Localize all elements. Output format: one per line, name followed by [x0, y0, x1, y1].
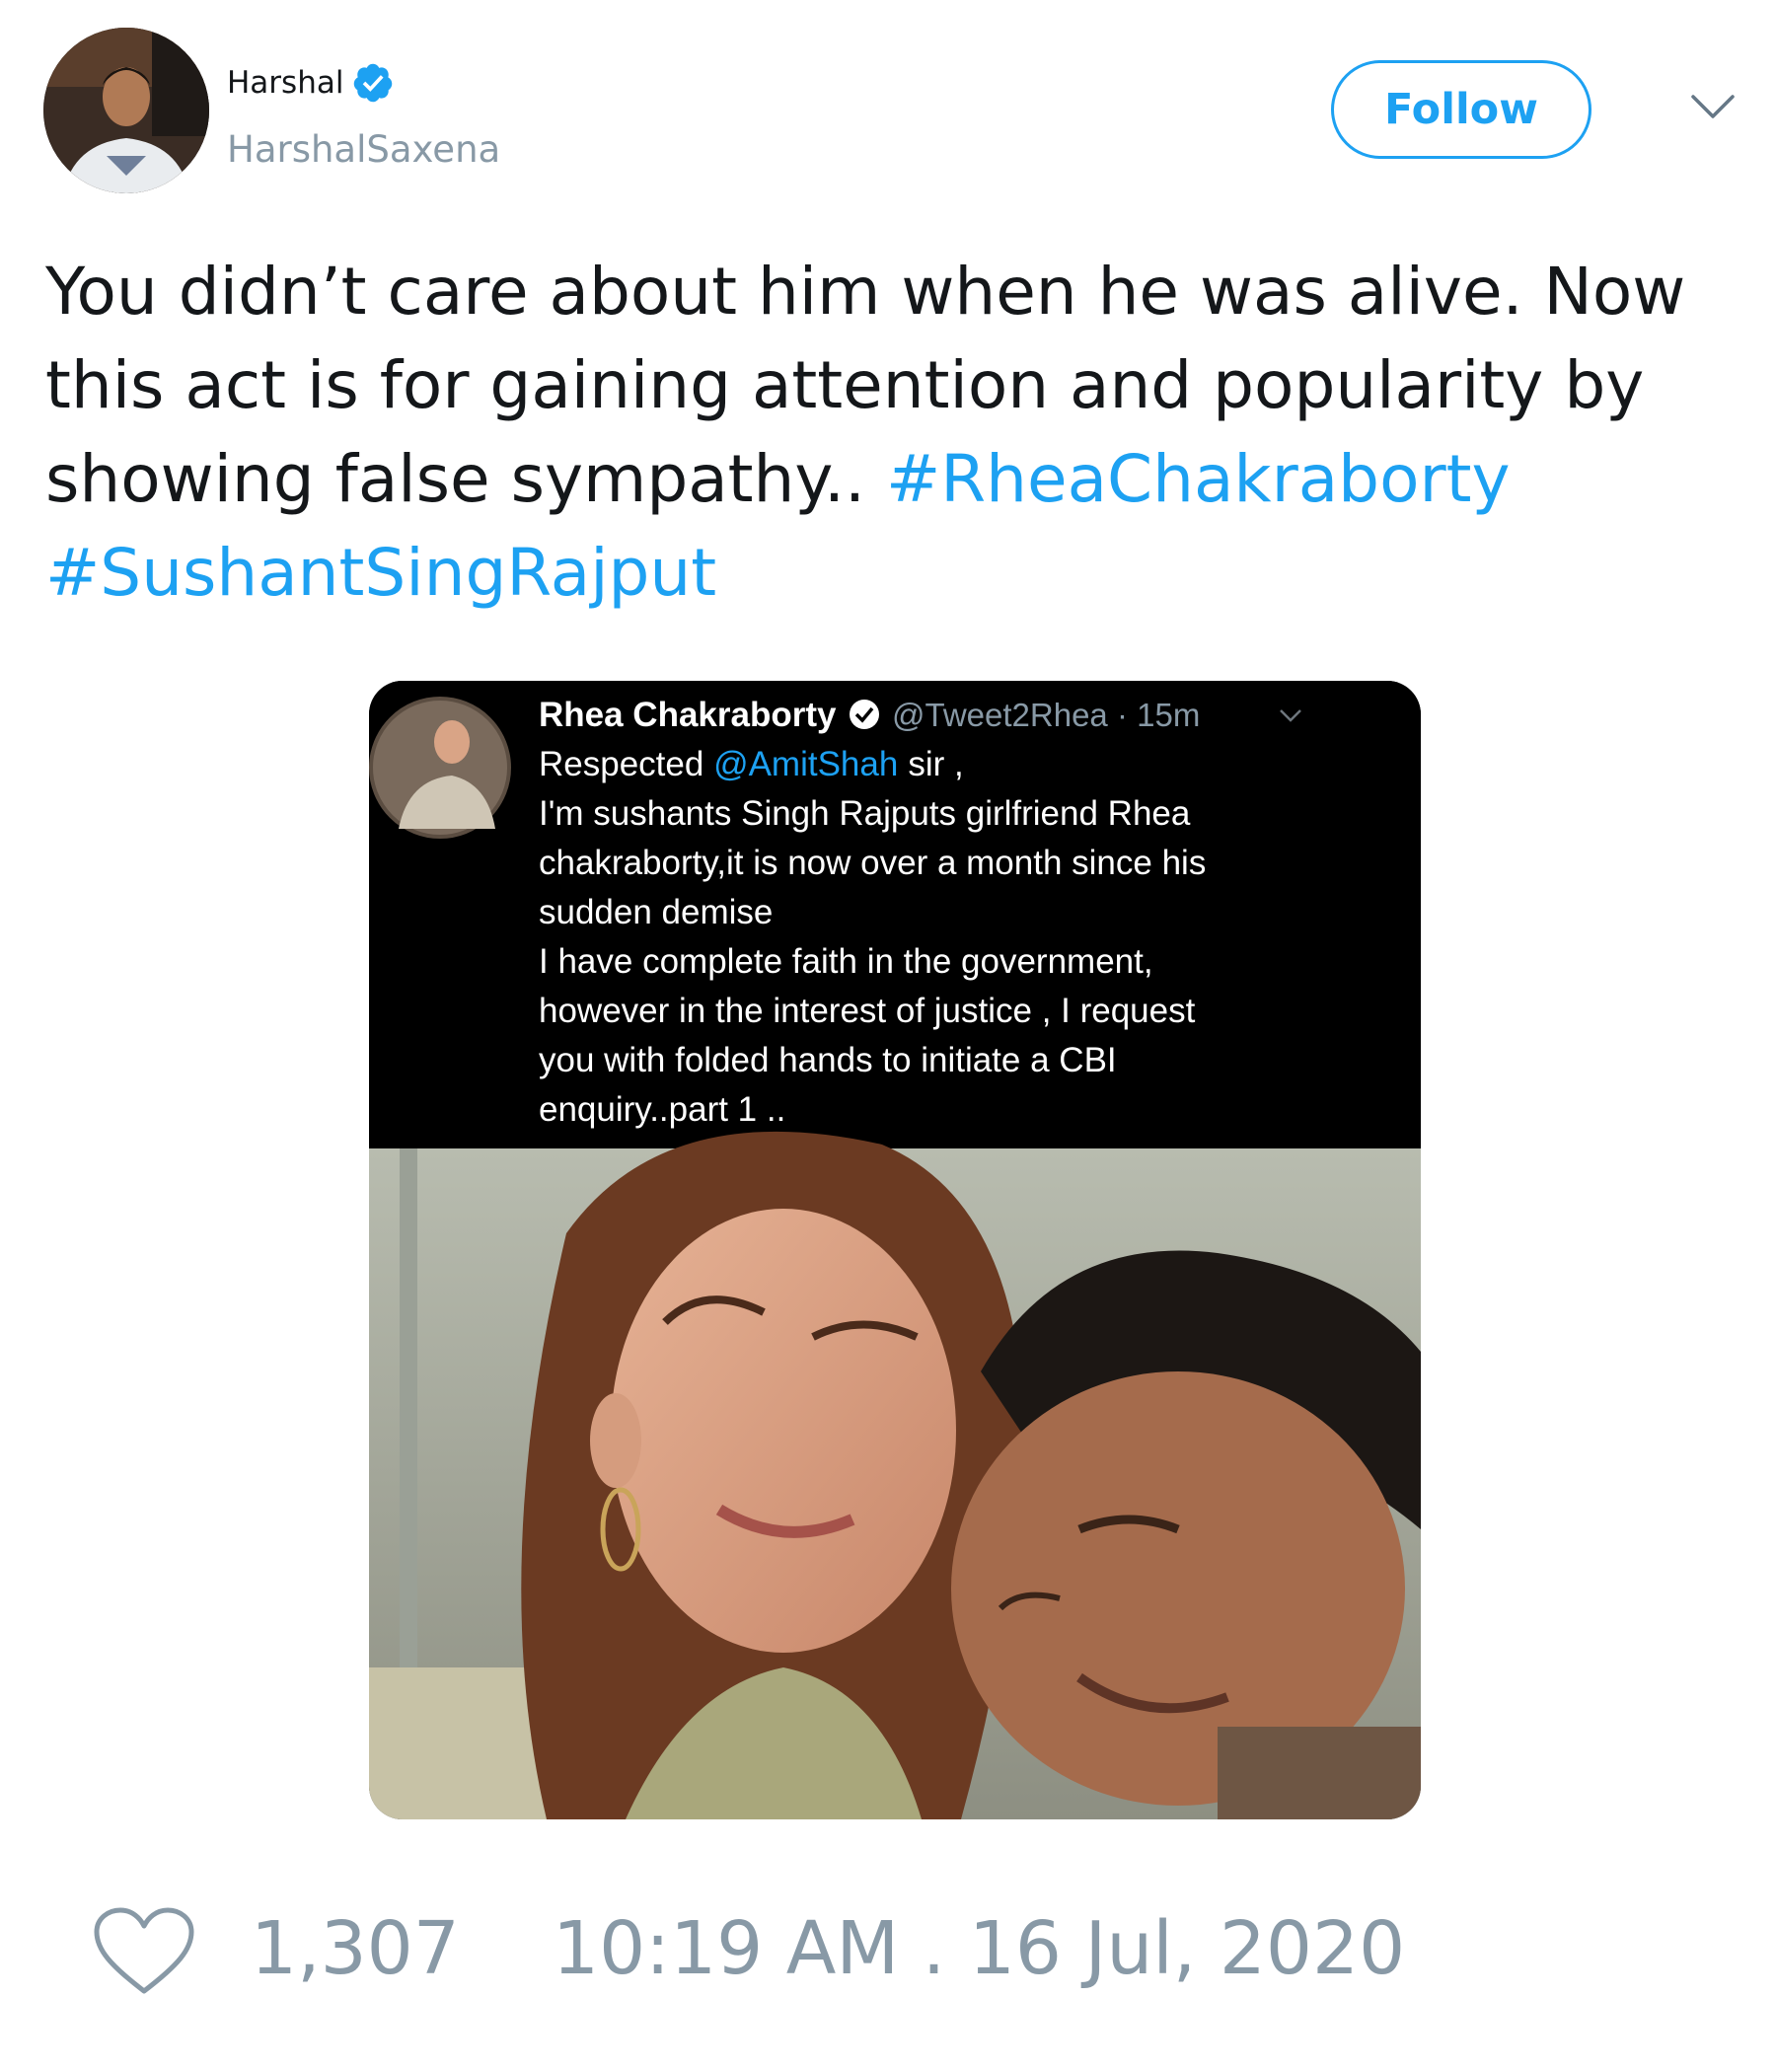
verified-badge-icon	[354, 63, 393, 103]
embedded-line-2: chakraborty,it is now over a month since…	[539, 844, 1206, 882]
embedded-display-name: Rhea Chakraborty	[539, 696, 837, 734]
author-name-row: Harshal	[227, 61, 395, 105]
heart-icon[interactable]	[91, 1904, 197, 1999]
media-content: Rhea Chakraborty @Tweet2Rhea · 15m Respe…	[369, 681, 1421, 1819]
like-count[interactable]: 1,307	[251, 1906, 460, 1991]
timestamp[interactable]: 10:19 AM . 16 Jul, 2020	[553, 1906, 1405, 1991]
hashtag-link[interactable]: #RheaChakraborty	[886, 441, 1511, 517]
tweet-media-image[interactable]: Rhea Chakraborty @Tweet2Rhea · 15m Respe…	[369, 681, 1421, 1819]
tweet-text: You didn’t care about him when he was al…	[45, 245, 1762, 620]
embedded-line-4: I have complete faith in the government,	[539, 942, 1153, 981]
embedded-line-3: sudden demise	[539, 893, 773, 931]
chevron-down-icon[interactable]	[1689, 91, 1737, 122]
embedded-handle-time: @Tweet2Rhea · 15m	[892, 697, 1200, 733]
embedded-line-5: however in the interest of justice , I r…	[539, 992, 1196, 1030]
embedded-line-1: I'm sushants Singh Rajputs girlfriend Rh…	[539, 794, 1191, 833]
hashtag-link[interactable]: #SushantSingRajput	[45, 535, 716, 611]
avatar-image	[43, 28, 209, 193]
embedded-line-7: enquiry..part 1 ..	[539, 1090, 785, 1129]
author-handle[interactable]: HarshalSaxena	[227, 128, 500, 171]
follow-button[interactable]: Follow	[1331, 60, 1591, 159]
embedded-photo	[369, 1131, 1421, 1819]
embedded-line-6: you with folded hands to initiate a CBI	[539, 1041, 1117, 1079]
display-name[interactable]: Harshal	[227, 65, 343, 101]
embedded-verified-icon	[850, 700, 879, 729]
avatar[interactable]	[43, 28, 209, 193]
